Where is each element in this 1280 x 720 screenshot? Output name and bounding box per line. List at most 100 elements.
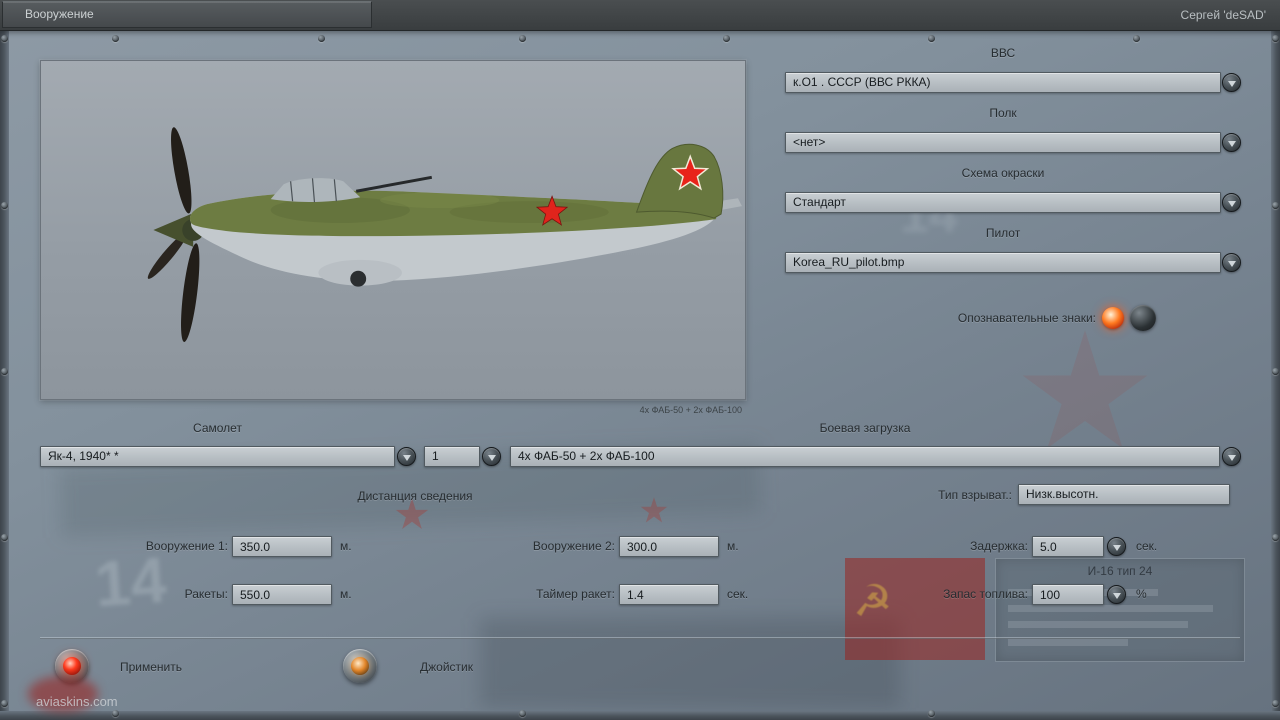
loadout-label: Боевая загрузка [819,421,911,435]
count-dropdown[interactable]: 1 [424,446,480,467]
footer-divider [40,637,1240,639]
background-stencil-number: 14 [92,543,169,621]
rivet [519,35,526,42]
rivet [1272,35,1279,42]
background-plate-title: И-16 тип 24 [1087,564,1153,578]
pilot-label: Пилот [985,226,1021,240]
markings-indicator-lamp[interactable] [1102,307,1124,329]
chevron-down-icon [1227,200,1236,207]
player-name: Сергей 'deSAD' [1180,8,1266,22]
rivet [1,35,8,42]
wheel [350,270,367,287]
frame-edge-left [0,30,9,720]
chevron-down-icon [1227,260,1236,267]
loadout-dropdown[interactable]: 4х ФАБ-50 + 2х ФАБ-100 [510,446,1220,467]
service-dropdown-button[interactable] [1222,73,1241,92]
delay-input[interactable] [1032,536,1104,557]
aircraft-dropdown[interactable]: Як-4, 1940* * [40,446,395,467]
tab-armament[interactable]: Вооружение [2,1,372,28]
rivet [1,700,8,707]
rivet [928,35,935,42]
joystick-button-label[interactable]: Джойстик [420,660,473,674]
hammer-sickle-icon: ☭ [853,577,893,626]
loadout-dropdown-button[interactable] [1222,447,1241,466]
tail-fin [635,143,724,219]
regiment-dropdown-button[interactable] [1222,133,1241,152]
plate-text-bar [1008,621,1188,628]
weapon2-label: Вооружение 2: [532,539,615,553]
markings-toggle-knob[interactable] [1130,305,1156,331]
rivet [1272,534,1279,541]
rockets-label: Ракеты: [184,587,228,601]
aircraft-preview-panel [40,60,746,400]
rockets-input[interactable] [232,584,332,605]
pilot-dropdown-button[interactable] [1222,253,1241,272]
frame-edge-right [1271,30,1280,720]
rocket-timer-input[interactable] [619,584,719,605]
rockets-unit: м. [340,587,352,601]
weapon2-input[interactable] [619,536,719,557]
markings-label: Опознавательные знаки: [957,311,1096,325]
machine-gun [355,175,433,193]
cockpit-canopy [270,178,361,202]
fuel-unit: % [1136,587,1147,601]
delay-unit: сек. [1136,539,1158,553]
service-dropdown[interactable]: к.О1 . СССР (ВВС РККА) [785,72,1221,93]
count-dropdown-button[interactable] [482,447,501,466]
chevron-down-icon [487,454,496,461]
watermark-text: aviaskins.com [36,694,118,709]
preview-loadout-caption: 4х ФАБ-50 + 2х ФАБ-100 [639,405,742,415]
rivet [1272,700,1279,707]
background-info-plate: И-16 тип 24 [995,558,1245,662]
weapon1-input[interactable] [232,536,332,557]
convergence-label: Дистанция сведения [357,489,473,503]
paint-scheme-dropdown-button[interactable] [1222,193,1241,212]
chevron-down-icon [1227,80,1236,87]
frame-edge-bottom [0,711,1280,720]
joystick-button[interactable] [343,649,377,683]
plate-text-bar [1008,639,1128,646]
rivet [1272,368,1279,375]
service-label: ВВС [990,46,1016,60]
aircraft-dropdown-button[interactable] [397,447,416,466]
weapon1-unit: м. [340,539,352,553]
rocket-timer-unit: сек. [727,587,749,601]
rivet [112,35,119,42]
chevron-down-icon [1227,140,1236,147]
fuel-dropdown-button[interactable] [1107,585,1126,604]
joystick-button-lamp [351,657,369,675]
paint-scheme-dropdown[interactable]: Стандарт [785,192,1221,213]
delay-label: Задержка: [970,539,1028,553]
rivet [928,710,935,717]
rivet [519,710,526,717]
regiment-label: Полк [989,106,1017,120]
fuel-label: Запас топлива: [943,587,1028,601]
rivet [1,368,8,375]
rivet [1133,35,1140,42]
rivet [1272,202,1279,209]
fuze-type-dropdown[interactable]: Низк.высотн. [1018,484,1230,505]
pilot-dropdown[interactable]: Korea_RU_pilot.bmp [785,252,1221,273]
aircraft-label: Самолет [193,421,242,435]
regiment-dropdown[interactable]: <нет> [785,132,1221,153]
camo-patch [380,192,500,209]
background-star-icon [1022,330,1148,449]
delay-dropdown-button[interactable] [1107,537,1126,556]
armament-screen: 14 14 ☭ И-16 тип 24 Вооружение Сергей 'd… [0,0,1280,720]
fuze-type-label: Тип взрыват.: [938,488,1012,502]
apply-button-label[interactable]: Применить [120,660,182,674]
titlebar: Вооружение Сергей 'deSAD' [0,0,1280,31]
propeller-blade [181,243,200,342]
weapon2-unit: м. [727,539,739,553]
rivet [1,202,8,209]
chevron-down-icon [1227,454,1236,461]
chevron-down-icon [402,454,411,461]
chevron-down-icon [1112,592,1121,599]
rocket-timer-label: Таймер ракет: [536,587,615,601]
propeller-blade [171,127,192,214]
fuel-input[interactable] [1032,584,1104,605]
paint-scheme-label: Схема окраски [961,166,1045,180]
rivet [723,35,730,42]
rivet [112,710,119,717]
chevron-down-icon [1112,544,1121,551]
